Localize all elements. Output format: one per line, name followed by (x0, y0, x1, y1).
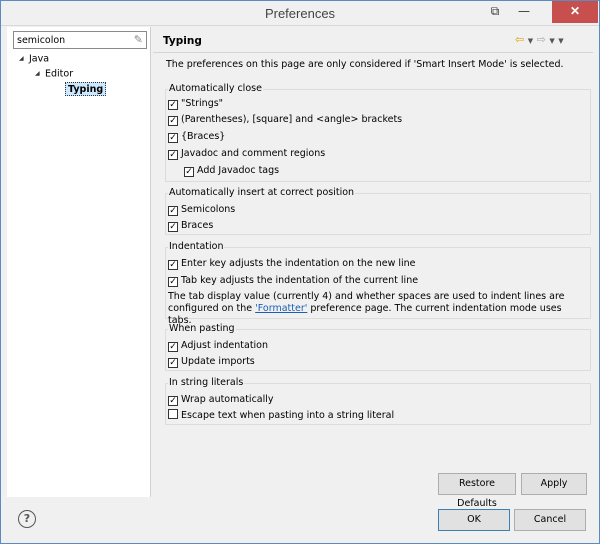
indentation-note: The tab display value (currently 4) and … (168, 291, 588, 327)
checkbox-enter-key-indent[interactable]: ✓ Enter key adjusts the indentation on th… (168, 257, 416, 271)
title-bar: Preferences ⧉ — ✕ (1, 1, 599, 26)
tree-item-label: Editor (45, 68, 74, 80)
checkbox-braces-insert[interactable]: ✓ Braces (168, 219, 213, 233)
group-title: Indentation (168, 241, 225, 252)
ok-button[interactable]: OK (438, 509, 510, 531)
checkbox-strings[interactable]: ✓ "Strings" (168, 97, 223, 111)
filter-input[interactable] (14, 32, 124, 48)
check-icon[interactable]: ✓ (168, 133, 178, 143)
formatter-link[interactable]: 'Formatter' (255, 303, 307, 314)
expanded-arrow-icon[interactable]: ◢ (19, 52, 29, 66)
checkbox-label: "Strings" (181, 98, 224, 109)
checkbox-brackets[interactable]: ✓ (Parentheses), [square] and <angle> bra… (168, 113, 402, 127)
group-indentation: Indentation ✓ Enter key adjusts the inden… (165, 241, 591, 326)
check-icon[interactable]: ✓ (168, 358, 178, 368)
tree-item-label: Java (29, 53, 50, 65)
checkbox-label: Escape text when pasting into a string l… (181, 410, 395, 421)
minimize-icon[interactable]: — (509, 1, 539, 23)
page-title: Typing (163, 35, 202, 47)
apply-button[interactable]: Apply (521, 473, 587, 495)
checkbox-label: {Braces} (181, 131, 226, 142)
checkbox-label: Update imports (181, 356, 255, 367)
check-icon[interactable]: ✓ (168, 277, 178, 287)
preferences-window: Preferences ⧉ — ✕ ✎ ◢Java ◢Editor Typing… (0, 0, 600, 544)
back-icon[interactable]: ⇦ (515, 33, 524, 46)
close-button[interactable]: ✕ (552, 1, 598, 23)
check-icon[interactable]: ✓ (168, 342, 178, 352)
header-separator (153, 52, 593, 53)
checkbox-label: Braces (181, 220, 214, 231)
checkbox-label: Wrap automatically (181, 394, 274, 405)
checkbox-adjust-indentation[interactable]: ✓ Adjust indentation (168, 339, 268, 353)
forward-icon[interactable]: ⇨ (537, 33, 546, 46)
checkbox-label: Add Javadoc tags (197, 165, 280, 176)
checkbox-semicolons[interactable]: ✓ Semicolons (168, 203, 235, 217)
checkbox-add-javadoc-tags[interactable]: ✓ Add Javadoc tags (184, 164, 279, 178)
checkbox-escape-text[interactable]: Escape text when pasting into a string l… (168, 409, 394, 423)
checkbox-label: Enter key adjusts the indentation on the… (181, 258, 416, 269)
check-icon[interactable]: ✓ (168, 396, 178, 406)
tree-item-java[interactable]: ◢ Java (19, 52, 49, 66)
group-title: Automatically close (168, 83, 263, 94)
view-menu-icon[interactable]: ▼ (558, 37, 563, 45)
group-title: When pasting (168, 323, 236, 334)
help-icon[interactable]: ? (18, 510, 36, 528)
tree-item-editor[interactable]: ◢ Editor (35, 67, 73, 81)
tree-item-typing[interactable]: Typing (65, 82, 107, 96)
check-icon[interactable]: ✓ (168, 100, 178, 110)
checkbox-label: (Parentheses), [square] and <angle> brac… (181, 114, 403, 125)
checkbox-label: Adjust indentation (181, 340, 269, 351)
checkbox-label: Tab key adjusts the indentation of the c… (181, 275, 419, 286)
checkbox-tab-key-indent[interactable]: ✓ Tab key adjusts the indentation of the … (168, 274, 418, 288)
check-icon[interactable]: ✓ (184, 167, 194, 177)
check-icon[interactable]: ✓ (168, 260, 178, 270)
info-text: The preferences on this page are only co… (166, 59, 564, 70)
group-auto-insert: Automatically insert at correct position… (165, 187, 591, 235)
group-when-pasting: When pasting ✓ Adjust indentation ✓ Update… (165, 323, 591, 371)
preference-tree-panel: ✎ ◢Java ◢Editor Typing (7, 27, 151, 497)
check-icon[interactable]: ✓ (168, 222, 178, 232)
restore-icon[interactable]: ⧉ (485, 1, 505, 23)
check-icon[interactable]: ✓ (168, 116, 178, 126)
filter-field[interactable]: ✎ (13, 31, 147, 49)
checkbox-braces[interactable]: ✓ {Braces} (168, 130, 225, 144)
checkbox-label: Semicolons (181, 204, 236, 215)
checkbox-javadoc-regions[interactable]: ✓ Javadoc and comment regions (168, 147, 325, 161)
checkbox-wrap-automatically[interactable]: ✓ Wrap automatically (168, 393, 274, 407)
checkbox-label: Javadoc and comment regions (181, 148, 326, 159)
restore-defaults-button[interactable]: Restore Defaults (438, 473, 516, 509)
history-nav: ⇦ ▼ ⇨ ▼ ▼ (515, 33, 564, 46)
group-automatically-close: Automatically close ✓ "Strings" ✓ (Parenth… (165, 83, 591, 182)
group-string-literals: In string literals ✓ Wrap automatically E… (165, 377, 591, 425)
expanded-arrow-icon[interactable]: ◢ (35, 67, 45, 81)
group-title: In string literals (168, 377, 245, 388)
back-dropdown-icon[interactable]: ▼ (528, 37, 533, 45)
clear-filter-icon[interactable]: ✎ (134, 33, 143, 46)
cancel-button[interactable]: Cancel (514, 509, 586, 531)
check-icon[interactable]: ✓ (168, 150, 178, 160)
group-title: Automatically insert at correct position (168, 187, 356, 198)
check-icon[interactable]: ✓ (168, 206, 178, 216)
checkbox-update-imports[interactable]: ✓ Update imports (168, 355, 255, 369)
unchecked-box[interactable] (168, 409, 178, 419)
forward-dropdown-icon[interactable]: ▼ (549, 37, 554, 45)
